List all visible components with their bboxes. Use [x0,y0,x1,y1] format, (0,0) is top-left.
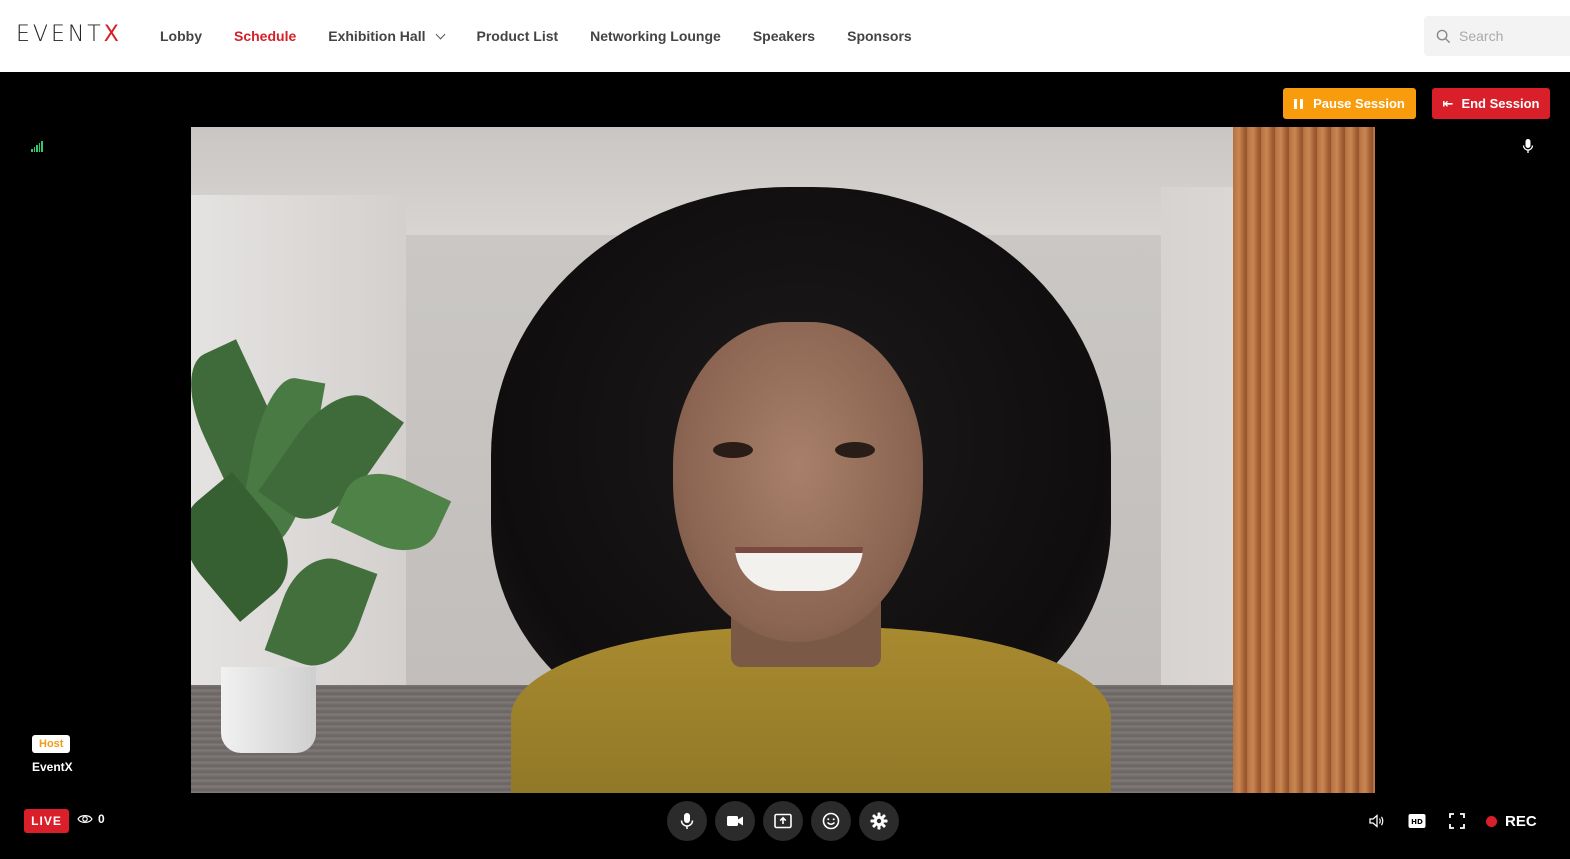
host-role-badge: Host [32,735,71,753]
speaker-person [491,187,1111,793]
viewer-count: 0 [98,812,105,826]
nav-item-schedule[interactable]: Schedule [234,28,296,44]
settings-button[interactable] [859,801,899,841]
chevron-down-icon [436,29,446,39]
camera-button[interactable] [715,801,755,841]
nav-item-lobby[interactable]: Lobby [160,28,202,44]
record-label: REC [1505,812,1537,830]
nav-item-label: Networking Lounge [590,28,721,44]
microphone-icon [680,813,694,829]
microphone-button[interactable] [667,801,707,841]
nav-item-product-list[interactable]: Product List [476,28,558,44]
search-icon [1436,29,1451,43]
nav-item-networking-lounge[interactable]: Networking Lounge [590,28,721,44]
nav-item-label: Product List [476,28,559,44]
eventx-logo[interactable]: EVENTX [16,22,122,50]
record-indicator[interactable]: REC [1486,813,1537,830]
eye-icon [77,815,93,823]
player-tools: HD REC [1366,810,1537,832]
hd-quality-button[interactable]: HD [1406,810,1428,832]
nav-item-label: Lobby [160,28,202,44]
search-input[interactable] [1459,28,1559,44]
volume-button[interactable] [1366,810,1388,832]
media-controls [667,801,899,841]
speaker-video-feed[interactable] [191,127,1375,793]
top-navigation-bar: EVENTX Lobby Schedule Exhibition Hall Pr… [0,0,1570,72]
pause-session-button[interactable]: Pause Session [1283,88,1416,119]
nav-item-sponsors[interactable]: Sponsors [847,28,912,44]
nav-item-exhibition-hall[interactable]: Exhibition Hall [328,28,446,44]
fullscreen-button[interactable] [1446,810,1468,832]
viewer-counter: 0 [77,812,105,826]
emoji-icon [822,812,840,830]
nav-item-label: Sponsors [847,28,912,44]
host-name-label: EventX [32,760,73,774]
main-nav: Lobby Schedule Exhibition Hall Product L… [160,0,944,72]
hd-icon: HD [1408,814,1426,828]
logo-text: EVENT [16,22,104,47]
end-session-button[interactable]: ⇤ End Session [1432,88,1550,119]
settings-icon [870,812,888,830]
nav-item-label: Exhibition Hall [328,28,426,44]
exit-icon: ⇤ [1442,95,1454,111]
camera-icon [727,816,743,826]
pause-session-label: Pause Session [1313,96,1405,111]
signal-strength-icon [31,140,43,152]
svg-text:HD: HD [1411,818,1423,826]
live-stage: Pause Session ⇤ End Session Host EventX … [0,72,1570,859]
end-session-label: End Session [1461,96,1540,111]
nav-item-label: Speakers [752,28,816,44]
live-badge: LIVE [24,809,69,833]
fullscreen-icon [1449,813,1465,829]
record-dot-icon [1486,815,1497,827]
wooden-slat-wall [1233,127,1375,793]
participant-mic-icon [1522,139,1534,153]
share-screen-button[interactable] [763,801,803,841]
search-box[interactable] [1424,16,1570,56]
nav-item-label: Schedule [234,28,297,44]
reactions-button[interactable] [811,801,851,841]
logo-accent: X [103,22,122,47]
share-screen-icon [774,813,792,829]
pause-icon [1294,98,1304,109]
nav-item-speakers[interactable]: Speakers [753,28,815,44]
volume-icon [1369,814,1384,828]
